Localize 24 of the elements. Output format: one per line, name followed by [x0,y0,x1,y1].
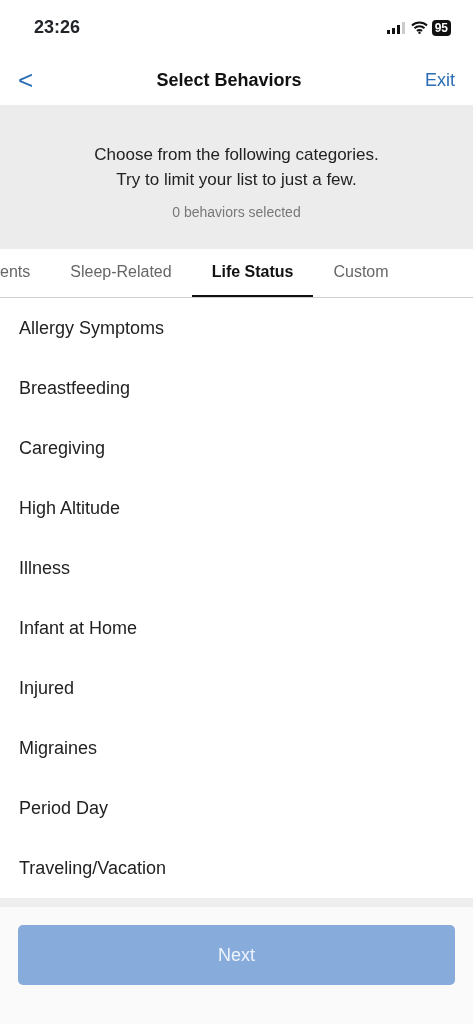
status-time: 23:26 [34,16,81,39]
category-tab[interactable]: Life Status [191,249,314,297]
selection-count: 0 behaviors selected [171,203,302,222]
category-tab[interactable]: ents [0,249,51,297]
category-tab[interactable]: Custom [313,249,409,297]
wifi-icon [410,21,428,34]
behavior-item[interactable]: Breastfeeding [0,358,473,418]
behavior-item[interactable]: Caregiving [0,418,473,478]
behavior-item[interactable]: Illness [0,538,473,598]
back-button[interactable]: < [18,67,34,93]
category-tab[interactable]: Sleep-Related [50,249,192,297]
exit-link[interactable]: Exit [425,66,455,94]
signal-icon [386,21,407,34]
instruction-text: Try to limit your list to just a few. [115,169,358,191]
behavior-item[interactable]: High Altitude [0,478,473,538]
behavior-item[interactable]: Infant at Home [0,598,473,658]
battery-indicator: 95 [431,19,451,36]
behavior-item[interactable]: Injured [0,658,473,718]
screen-title: Select Behaviors [156,68,302,92]
behavior-item[interactable]: Period Day [0,778,473,838]
behavior-item[interactable]: Migraines [0,718,473,778]
instruction-text: Choose from the following categories. [93,144,380,166]
behavior-item[interactable]: Allergy Symptoms [0,298,473,358]
behavior-item[interactable]: Traveling/Vacation [0,838,473,898]
